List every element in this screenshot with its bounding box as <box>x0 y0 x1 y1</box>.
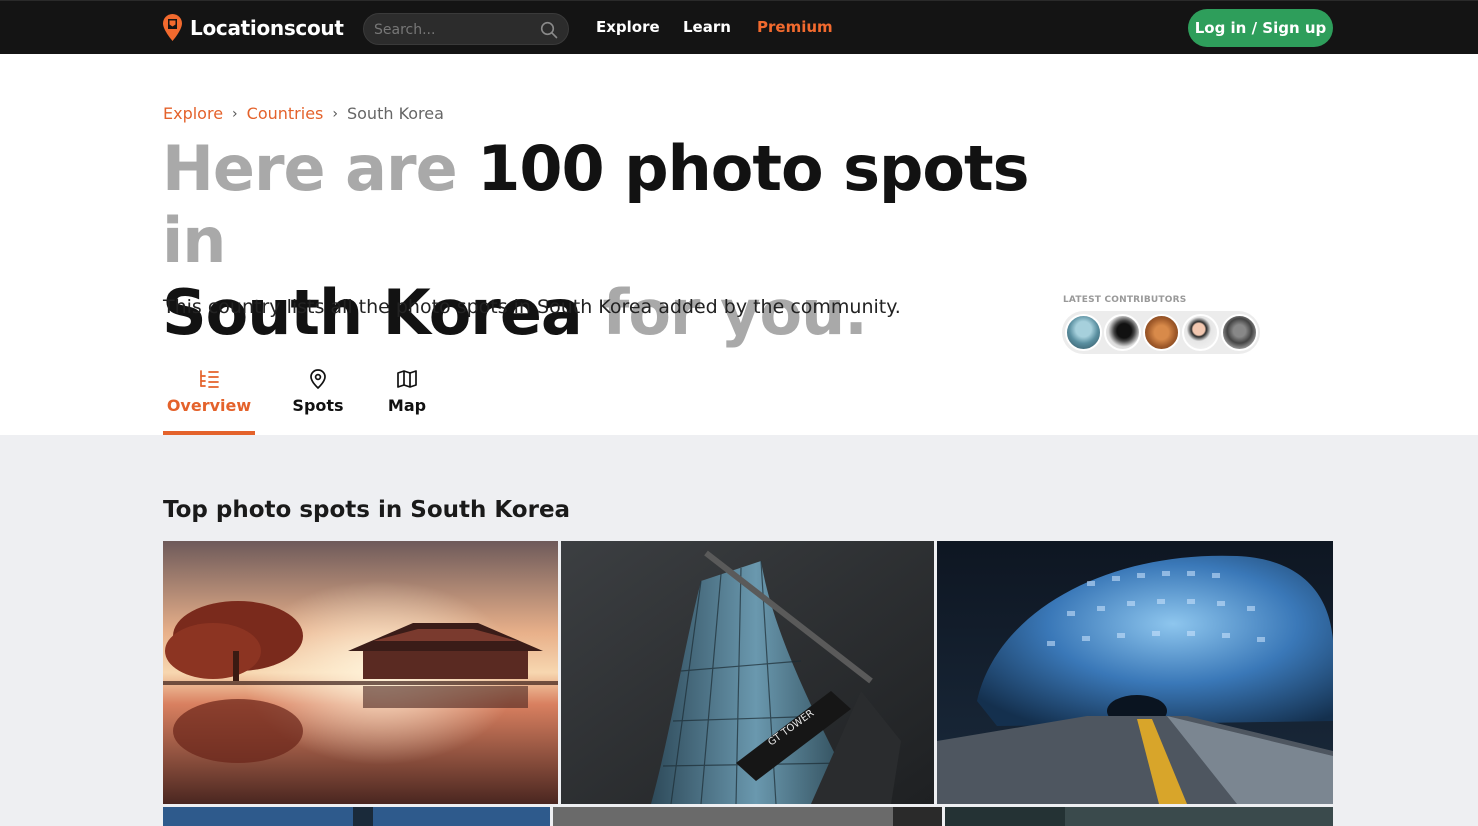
chevron-right-icon: › <box>232 105 238 122</box>
gt-tower-photo: GT TOWER <box>561 541 934 804</box>
avatar[interactable] <box>1221 314 1258 351</box>
map-pin-icon <box>310 369 326 390</box>
avatar[interactable] <box>1104 314 1141 351</box>
tab-map-label: Map <box>387 396 427 415</box>
tab-map[interactable]: Map <box>383 368 431 435</box>
tab-overview[interactable]: Overview <box>163 368 255 435</box>
section-title: Top photo spots in South Korea <box>163 497 571 523</box>
breadcrumb-explore[interactable]: Explore <box>163 104 223 123</box>
tab-spots-label: Spots <box>292 396 344 415</box>
list-tree-icon <box>200 370 219 388</box>
breadcrumb: Explore › Countries › South Korea <box>163 104 444 123</box>
avatar[interactable] <box>1065 314 1102 351</box>
avatar[interactable] <box>1143 314 1180 351</box>
breadcrumb-current: South Korea <box>346 104 444 123</box>
brand-logo[interactable]: Locationscout <box>163 14 344 41</box>
tab-overview-label: Overview <box>166 396 252 415</box>
login-signup-button[interactable]: Log in / Sign up <box>1188 9 1333 47</box>
title-spot-count: 100 photo spots <box>477 132 1029 205</box>
nav-learn-link[interactable]: Learn <box>683 18 731 36</box>
photo-spot-card[interactable] <box>163 541 558 804</box>
contributors-avatar-group <box>1062 311 1260 354</box>
page-subtitle: This country lists all the photo spots i… <box>163 296 901 318</box>
location-pin-logo-icon <box>163 14 182 41</box>
search-icon[interactable] <box>540 21 558 39</box>
ddp-night-photo <box>937 541 1333 804</box>
search-box <box>363 13 569 45</box>
latest-contributors-label: LATEST CONTRIBUTORS <box>1063 295 1187 305</box>
photo-spot-card[interactable] <box>937 541 1333 804</box>
nav-explore-link[interactable]: Explore <box>596 18 660 36</box>
nav-premium-link[interactable]: Premium <box>757 18 833 36</box>
chevron-right-icon: › <box>332 105 338 122</box>
search-input[interactable] <box>374 20 534 40</box>
photo-spot-card[interactable] <box>163 807 550 826</box>
photo-spot-card[interactable]: GT TOWER <box>561 541 934 804</box>
tab-spots[interactable]: Spots <box>287 368 349 435</box>
palace-sunset-photo <box>163 541 558 804</box>
spot-photo-preview <box>945 807 1333 826</box>
photo-spot-card[interactable] <box>553 807 942 826</box>
top-navigation-bar: Locationscout Explore Learn Premium Log … <box>0 0 1478 54</box>
breadcrumb-countries[interactable]: Countries <box>247 104 324 123</box>
spot-photo-preview <box>163 807 550 826</box>
avatar[interactable] <box>1182 314 1219 351</box>
brand-name: Locationscout <box>190 15 344 40</box>
spot-photo-preview <box>553 807 942 826</box>
title-prefix: Here are <box>162 132 478 205</box>
title-connector: in <box>162 204 226 277</box>
folded-map-icon <box>397 370 417 388</box>
photo-spot-card[interactable] <box>945 807 1333 826</box>
